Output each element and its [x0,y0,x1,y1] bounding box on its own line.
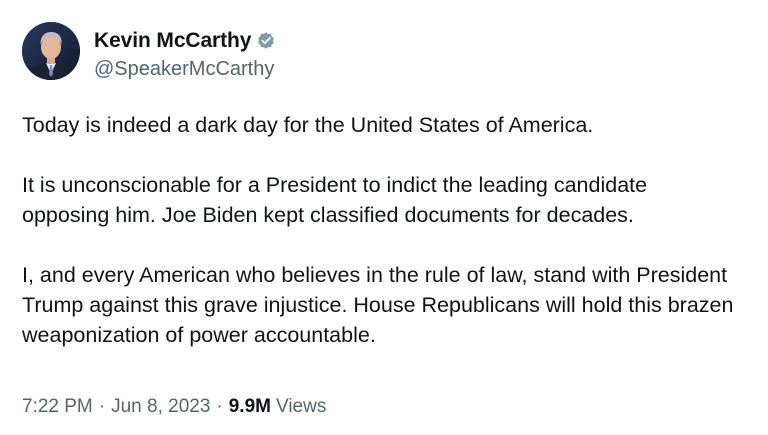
tweet-paragraph-2: It is unconscionable for a President to … [22,173,648,227]
meta-separator: · [98,396,106,417]
tweet-meta: 7:22 PM · Jun 8, 2023 · 9.9M Views [22,396,326,418]
author-handle[interactable]: @SpeakerMcCarthy [94,58,276,81]
author-display-name[interactable]: Kevin McCarthy [94,29,251,53]
views-label: Views [275,396,327,417]
meta-separator: · [216,396,223,417]
avatar[interactable] [22,22,80,80]
tweet-card: Kevin McCarthy @SpeakerMcCarthy Today is… [0,0,768,435]
tweet-paragraph-1: Today is indeed a dark day for the Unite… [22,113,594,137]
tweet-paragraph-3: I, and every American who believes in th… [22,263,734,347]
tweet-header: Kevin McCarthy @SpeakerMcCarthy [22,22,276,81]
views-count[interactable]: 9.9M [229,396,271,418]
tweet-time[interactable]: 7:22 PM [22,396,93,418]
author-names: Kevin McCarthy @SpeakerMcCarthy [94,28,276,81]
avatar-image [22,22,80,80]
tweet-date[interactable]: Jun 8, 2023 [111,396,210,418]
name-row: Kevin McCarthy [94,28,276,54]
tweet-text: Today is indeed a dark day for the Unite… [22,110,752,350]
verified-badge-icon [256,31,276,51]
